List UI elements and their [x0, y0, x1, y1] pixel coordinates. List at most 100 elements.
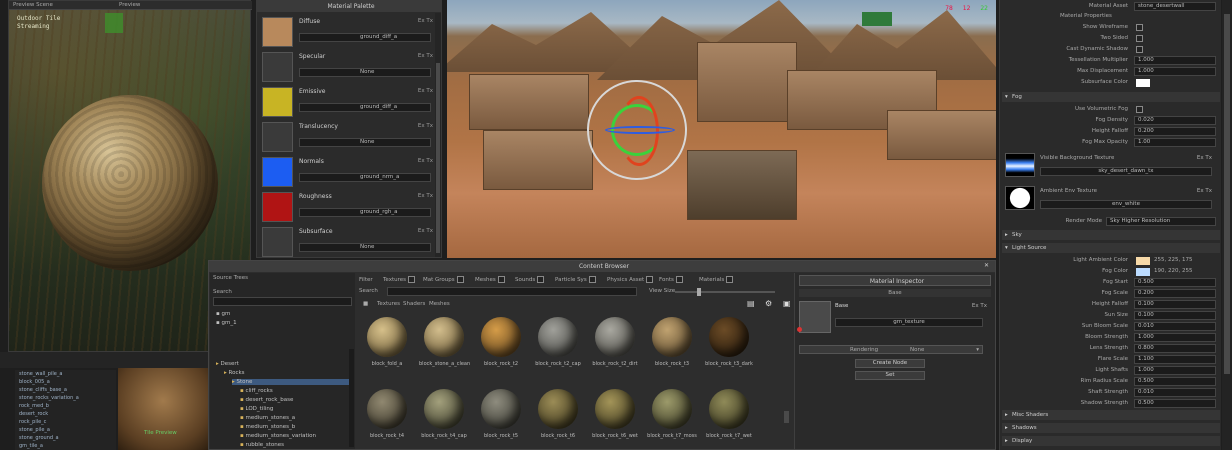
filter-option[interactable]: Mat Groups — [423, 276, 464, 283]
asset-thumbnail[interactable] — [652, 389, 692, 429]
material-texture-field[interactable]: None — [299, 138, 431, 147]
property-value-field[interactable]: 0.100 — [1134, 311, 1216, 320]
inspector-swatch[interactable] — [799, 301, 831, 333]
filter-option[interactable]: Materials — [699, 276, 734, 283]
outliner-item[interactable]: rock_med_b — [19, 403, 49, 409]
filter-checkbox[interactable] — [456, 276, 464, 283]
tree-item[interactable]: ▪ medium_stones_a — [240, 415, 295, 421]
property-value-field[interactable]: 0.200 — [1134, 289, 1216, 298]
tile-preview-thumbnail[interactable]: Tile Preview — [118, 368, 208, 450]
asset-tile[interactable]: block_stone_a_clean — [419, 313, 470, 377]
section-header[interactable]: Sky — [1002, 230, 1220, 240]
asset-thumbnail[interactable] — [595, 317, 635, 357]
material-swatch[interactable] — [262, 157, 293, 187]
material-texture-field[interactable]: None — [299, 243, 431, 252]
section-header[interactable]: Display — [1002, 436, 1220, 446]
material-swatch[interactable] — [262, 17, 293, 47]
asset-tile[interactable]: block_rock_t3 — [647, 313, 697, 377]
texture-preview[interactable] — [1005, 153, 1035, 177]
zoom-slider-thumb[interactable] — [697, 288, 701, 296]
tree-item[interactable]: ▸ Stone — [232, 379, 351, 385]
property-checkbox[interactable] — [1136, 35, 1143, 42]
preview-tab-right[interactable]: Preview — [119, 2, 140, 8]
asset-tile[interactable]: block_rock_t2 — [476, 313, 526, 377]
grid-scroll-thumb[interactable] — [784, 411, 789, 423]
property-value-field[interactable]: 0.010 — [1134, 322, 1216, 331]
asset-tile[interactable]: block_rock_t6_wet — [590, 385, 640, 449]
asset-tile[interactable]: block_rock_t7_wet — [704, 385, 754, 449]
properties-scrollbar[interactable] — [1222, 0, 1232, 450]
asset-tile[interactable]: block_fold_a — [362, 313, 412, 377]
outliner-item[interactable]: stone_wall_pile_a — [19, 371, 62, 377]
material-swatch[interactable] — [262, 122, 293, 152]
material-slot[interactable]: Subsurface Ex Tx None — [261, 224, 439, 257]
inspector-field[interactable]: gm_texture — [835, 318, 983, 327]
filter-checkbox[interactable] — [408, 276, 415, 283]
asset-thumbnail[interactable] — [709, 389, 749, 429]
asset-tile[interactable]: block_rock_t2_cap — [533, 313, 583, 377]
palette-scrollbar[interactable] — [435, 13, 441, 257]
close-icon[interactable]: ✕ — [984, 262, 989, 269]
properties-scroll-thumb[interactable] — [1224, 14, 1230, 374]
tree-item[interactable]: ▪ rubble_stones — [240, 442, 284, 448]
material-preview-sphere[interactable] — [42, 95, 218, 271]
asset-tile[interactable]: block_rock_t5 — [476, 385, 526, 449]
filter-option[interactable]: Particle Sys — [555, 276, 596, 283]
property-value-field[interactable]: 0.020 — [1134, 116, 1216, 125]
asset-thumbnail[interactable] — [424, 389, 464, 429]
filter-checkbox[interactable] — [497, 276, 505, 283]
settings-icon[interactable]: ⚙ — [765, 299, 772, 308]
outliner-item[interactable]: desert_rock — [19, 411, 48, 417]
material-slot[interactable]: Diffuse Ex Tx ground_diff_a — [261, 14, 439, 47]
property-value-field[interactable]: 0.500 — [1134, 278, 1216, 287]
texture-preview[interactable] — [1005, 186, 1035, 210]
asset-thumbnail[interactable] — [367, 389, 407, 429]
asset-thumbnail[interactable] — [538, 389, 578, 429]
asset-thumbnail[interactable] — [538, 317, 578, 357]
asset-tile[interactable]: block_rock_t7_moss — [647, 385, 697, 449]
color-swatch[interactable] — [1136, 257, 1150, 265]
material-swatch[interactable] — [262, 227, 293, 257]
filter-checkbox[interactable] — [675, 276, 683, 283]
property-checkbox[interactable] — [1136, 24, 1143, 31]
transform-gizmo[interactable] — [587, 80, 687, 180]
asset-thumbnail[interactable] — [709, 317, 749, 357]
home-icon[interactable]: ■ — [363, 301, 368, 307]
filter-checkbox[interactable] — [588, 276, 596, 283]
tree-item[interactable]: ▪ cliff_rocks — [240, 388, 273, 394]
color-swatch[interactable] — [1136, 79, 1150, 87]
property-value-field[interactable]: 0.500 — [1134, 377, 1216, 386]
asset-tile[interactable]: block_rock_t3_dark — [704, 313, 754, 377]
outliner-item[interactable]: stone_rocks_variation_a — [19, 395, 79, 401]
section-header[interactable]: Shadows — [1002, 423, 1220, 433]
folder-icon[interactable]: ▣ — [783, 299, 791, 308]
folder-search-input[interactable] — [213, 297, 352, 306]
property-value-field[interactable]: 0.010 — [1134, 388, 1216, 397]
section-header[interactable]: Misc Shaders — [1002, 410, 1220, 420]
asset-thumbnail[interactable] — [481, 389, 521, 429]
property-value-field[interactable]: 1.000 — [1134, 56, 1216, 65]
filter-checkbox[interactable] — [726, 276, 734, 283]
section-header[interactable]: Fog — [1002, 92, 1220, 102]
filter-checkbox[interactable] — [646, 276, 654, 283]
material-texture-field[interactable]: ground_diff_a — [299, 103, 431, 112]
property-value-field[interactable]: 1.000 — [1134, 67, 1216, 76]
outliner-item[interactable]: gm_tile_a — [19, 443, 43, 449]
preview-tab-left[interactable]: Preview Scene — [13, 2, 53, 8]
create-node-button[interactable]: Create Node — [855, 359, 925, 368]
filter-option[interactable]: Fonts — [659, 276, 683, 283]
tree-item[interactable]: ▪ medium_stones_variation — [240, 433, 316, 439]
property-value-field[interactable]: 0.500 — [1134, 399, 1216, 408]
rendering-dropdown[interactable]: Rendering None ▾ — [799, 345, 983, 354]
property-value-field[interactable]: 1.100 — [1134, 355, 1216, 364]
filter-option[interactable]: Textures — [383, 276, 415, 283]
outliner-item[interactable]: stone_pile_a — [19, 427, 50, 433]
property-checkbox[interactable] — [1136, 46, 1143, 53]
texture-field[interactable]: env_white — [1040, 200, 1212, 209]
tree-scrollbar[interactable] — [349, 349, 354, 447]
material-slot[interactable]: Specular Ex Tx None — [261, 49, 439, 82]
property-value-field[interactable]: 1.000 — [1134, 366, 1216, 375]
filter-option[interactable]: Filter — [359, 276, 373, 283]
zoom-slider[interactable] — [675, 288, 775, 296]
save-icon[interactable]: ▤ — [747, 299, 755, 308]
